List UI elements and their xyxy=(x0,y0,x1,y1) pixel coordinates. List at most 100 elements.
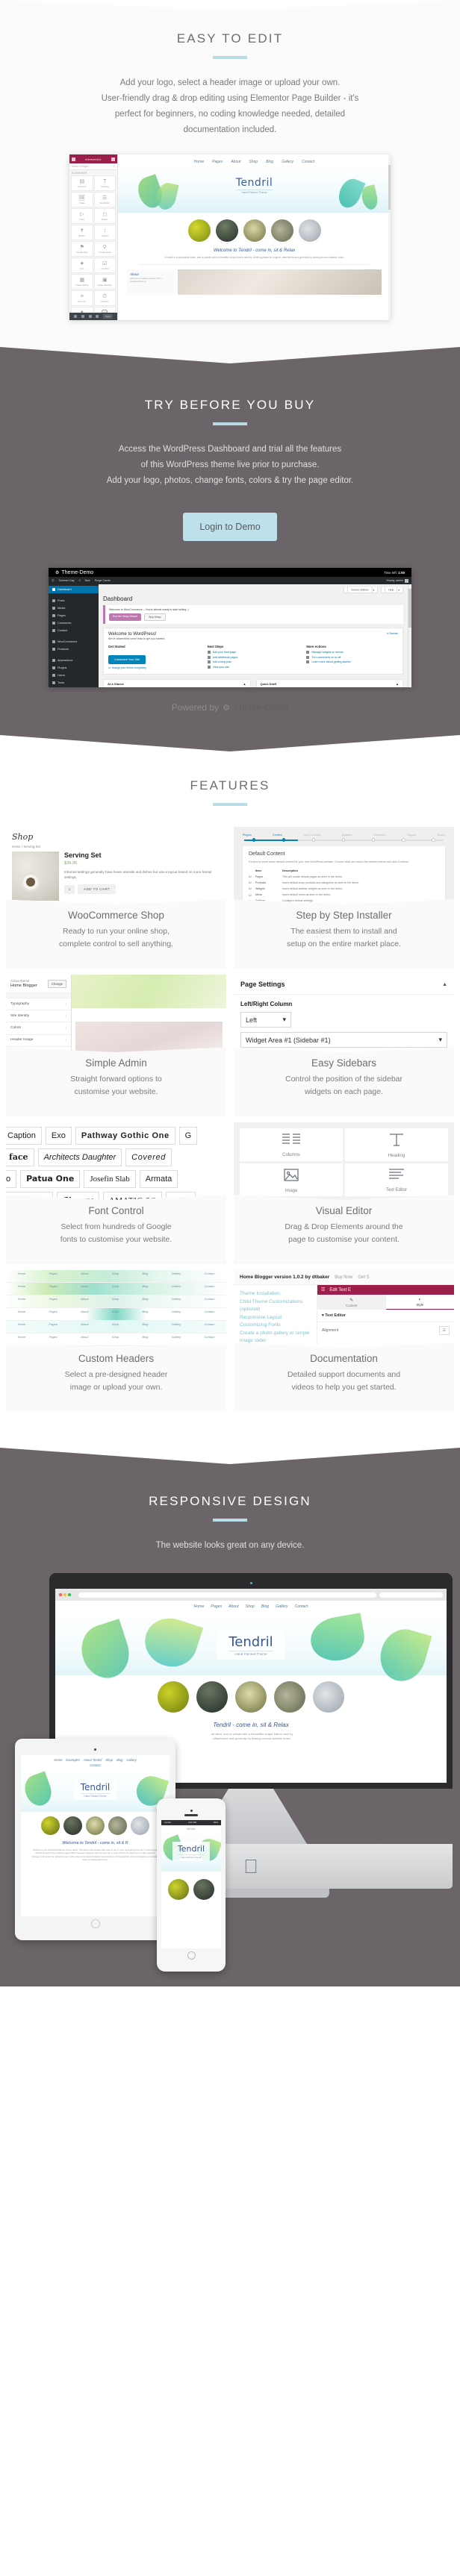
nav-item[interactable]: About xyxy=(231,160,240,164)
widget-area-select[interactable]: Widget Area #1 (Sidebar #1) ▾ xyxy=(240,1032,447,1048)
font-chip[interactable]: Chewy xyxy=(56,1192,99,1200)
font-chip[interactable]: Armata xyxy=(139,1170,178,1188)
chevron-up-icon[interactable]: ▲ xyxy=(396,682,399,686)
next-step-link[interactable]: View your site xyxy=(207,665,299,669)
font-chip[interactable]: Pathway Gothic One xyxy=(75,1127,175,1145)
editor-widget-heading[interactable]: Heading xyxy=(345,1128,448,1161)
step-label[interactable]: Plugins xyxy=(243,834,252,837)
nav-item[interactable]: About xyxy=(229,1604,239,1609)
font-chip[interactable]: Code Pro xyxy=(6,1192,53,1200)
customizer-item-header-image[interactable]: Header Image › xyxy=(6,1035,71,1047)
panel-section[interactable]: ▾ Text Editor xyxy=(317,1310,454,1322)
checkbox[interactable]: ☑ xyxy=(249,892,255,898)
font-chip[interactable]: G xyxy=(178,1127,198,1145)
scrollbar[interactable] xyxy=(408,584,411,687)
nav-item[interactable]: Home xyxy=(194,1604,205,1609)
more-action-link[interactable]: Manage widgets or menus xyxy=(306,651,398,654)
customize-site-button[interactable]: Customize Your Site xyxy=(108,655,146,664)
font-chip[interactable]: face xyxy=(6,1148,34,1166)
nav-item[interactable]: Gallery xyxy=(276,1604,288,1609)
scrollbar[interactable] xyxy=(388,154,391,320)
step-label[interactable]: Support xyxy=(407,834,417,837)
step-label[interactable]: Logo & Design xyxy=(303,834,321,837)
doc-link[interactable]: Theme Installation xyxy=(240,1290,311,1298)
widget-tile[interactable]: ≡ Icon List xyxy=(71,290,93,306)
header-variant[interactable]: Home Pages About Shop Blog Gallery Conta… xyxy=(6,1334,226,1346)
more-action-link[interactable]: Learn more about getting started xyxy=(306,660,398,663)
nav-item[interactable]: Contact xyxy=(302,160,314,164)
tab-content[interactable]: ✎ Content xyxy=(317,1295,386,1310)
font-chip[interactable]: Josefin Slab xyxy=(84,1170,136,1188)
chevron-up-icon[interactable]: ▲ xyxy=(243,682,246,686)
doc-link[interactable]: Setup the Contact Page xyxy=(240,1345,311,1348)
widget-tile[interactable]: ◻ Button xyxy=(93,208,116,224)
doc-link[interactable]: Responsive Layout xyxy=(240,1314,311,1322)
sidebar-item-plugins[interactable]: Plugins xyxy=(49,664,99,672)
nav-item[interactable]: Home xyxy=(194,160,204,164)
next-step-link[interactable]: Edit your front page xyxy=(207,651,299,654)
settings-icon[interactable] xyxy=(73,315,77,318)
checkbox[interactable]: ☑ xyxy=(249,886,255,892)
hamburger-icon[interactable]: ☰ xyxy=(321,1287,325,1292)
sidebar-item-comments[interactable]: Comments xyxy=(49,619,99,627)
editor-widget-text-editor[interactable]: Text Editor xyxy=(345,1163,448,1196)
widget-tile[interactable]: ▦ Image Gallery xyxy=(71,274,93,290)
hamburger-icon[interactable] xyxy=(72,157,75,161)
widget-tile[interactable]: ⚲ Google Maps xyxy=(93,241,116,257)
next-step-link[interactable]: Add a blog post xyxy=(207,660,299,663)
header-variant[interactable]: Home Pages About Shop Blog Gallery Conta… xyxy=(6,1295,226,1308)
customizer-item-site-identity[interactable]: Site Identity › xyxy=(6,1010,71,1023)
widget-tile[interactable]: ☰ Text Editor xyxy=(93,192,116,207)
new-button[interactable]: New xyxy=(85,579,90,582)
nav-item[interactable]: Shop xyxy=(249,160,258,164)
doc-link[interactable]: Child Theme Customizations (optional) xyxy=(240,1298,311,1314)
font-chip[interactable]: Exo xyxy=(45,1127,72,1145)
widget-tile[interactable]: ★ Icon xyxy=(71,257,93,273)
widget-tile[interactable]: ▮Progress Bar xyxy=(71,307,93,313)
font-chip[interactable]: Patua One xyxy=(20,1170,81,1188)
sidebar-item-woocommerce[interactable]: WooCommerce xyxy=(49,638,99,645)
skip-setup-button[interactable]: Skip Setup xyxy=(144,613,166,621)
font-chip[interactable]: AMATIC SC xyxy=(102,1192,163,1200)
add-to-cart-button[interactable]: ADD TO CART xyxy=(78,884,116,894)
home-button[interactable] xyxy=(187,1951,196,1960)
more-action-link[interactable]: Turn comments on or off xyxy=(306,655,398,659)
nav-item[interactable]: Blog xyxy=(266,160,273,164)
customizer-item-typography[interactable]: Typography › xyxy=(6,998,71,1011)
settings-icon[interactable] xyxy=(111,157,115,161)
sidebar-item-tools[interactable]: Tools xyxy=(49,679,99,687)
nav-item[interactable]: Contact xyxy=(21,1763,170,1767)
widget-search-input[interactable]: Search Widget... ⚲ xyxy=(69,163,117,170)
widget-tile[interactable]: ▷ Video xyxy=(71,208,93,224)
url-input[interactable] xyxy=(78,1592,376,1598)
font-chip[interactable]: Architects Daughter xyxy=(37,1148,122,1166)
quick-draft-header[interactable]: Quick Draft ▲ xyxy=(257,680,403,687)
widget-tile[interactable]: T Heading xyxy=(93,175,116,191)
step-label[interactable]: Updates xyxy=(342,834,352,837)
nav-item[interactable]: Home xyxy=(54,1758,62,1762)
quantity-stepper[interactable]: 1 xyxy=(64,884,75,894)
align-left-button[interactable]: ☰ xyxy=(438,1326,450,1335)
widget-tile[interactable]: 🖼 Image xyxy=(71,192,93,207)
font-chip[interactable]: Glori xyxy=(166,1192,196,1200)
history-icon[interactable] xyxy=(81,315,84,318)
sidebar-item-dashboard[interactable]: Dashboard xyxy=(49,586,99,593)
editor-widget-columns[interactable]: Columns xyxy=(240,1128,343,1161)
widget-tile[interactable]: ▤ Columns xyxy=(71,175,93,191)
header-variant[interactable]: Home Pages About Shop Blog Gallery Conta… xyxy=(6,1283,226,1295)
widget-tile[interactable]: ✝ Divider xyxy=(71,225,93,240)
sidebar-item-products[interactable]: Products xyxy=(49,645,99,653)
checkbox[interactable]: ☑ xyxy=(249,874,255,880)
checkbox[interactable]: ☑ xyxy=(249,898,255,904)
dismiss-button[interactable]: ✕ Dismiss xyxy=(386,632,398,635)
header-variant[interactable]: Home Pages About Shop Blog Gallery Conta… xyxy=(6,1308,226,1321)
buy-now-link[interactable]: Buy Now xyxy=(335,1275,352,1280)
chevron-up-icon[interactable]: ▲ xyxy=(442,982,447,987)
widget-tile[interactable]: ⚑ Google Map xyxy=(71,241,93,257)
font-chip[interactable]: Caption xyxy=(6,1127,42,1145)
tab-style[interactable]: ◐ Style xyxy=(385,1295,454,1310)
change-theme-button[interactable]: Change xyxy=(47,979,66,988)
step-label[interactable]: Customize xyxy=(373,834,385,837)
step-label[interactable]: Content xyxy=(273,834,282,837)
home-button[interactable] xyxy=(90,1919,100,1928)
